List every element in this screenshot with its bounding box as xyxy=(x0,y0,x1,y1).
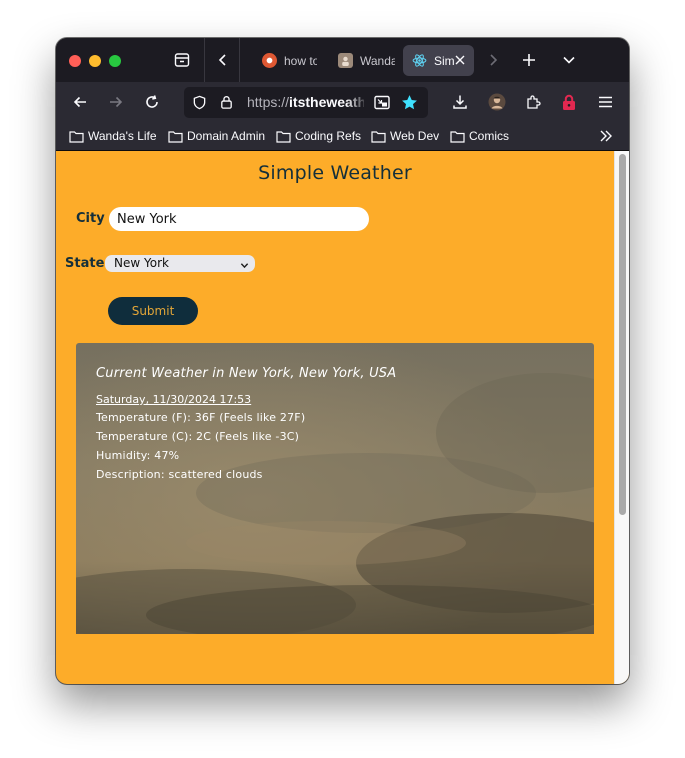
scrollbar-thumb[interactable] xyxy=(619,154,626,515)
list-all-tabs-button[interactable] xyxy=(554,45,584,75)
bookmark-star-icon[interactable] xyxy=(401,94,418,115)
tab-title: how to xyxy=(284,53,317,68)
more-bookmarks-button[interactable] xyxy=(599,127,613,145)
temperature-celsius: Temperature (C): 2C (Feels like -3C) xyxy=(96,430,300,443)
chevron-right-icon xyxy=(490,54,498,66)
arrow-left-icon xyxy=(73,96,86,108)
chevron-left-icon xyxy=(218,54,226,66)
bookmark-label: Domain Admin xyxy=(187,129,266,143)
reload-button[interactable] xyxy=(137,87,167,117)
tab-simple-weather[interactable]: Sim xyxy=(403,45,474,76)
bookmark-label: Comics xyxy=(469,129,510,143)
password-manager-button[interactable] xyxy=(554,87,584,117)
weather-description: Description: scattered clouds xyxy=(96,468,263,481)
state-selected-value: New York xyxy=(114,256,169,270)
page-scrollbar[interactable] xyxy=(614,151,629,684)
folder-icon xyxy=(450,130,465,143)
firefox-view-icon xyxy=(174,53,190,67)
close-tab-icon[interactable] xyxy=(453,53,467,67)
arrow-right-icon xyxy=(110,96,123,108)
close-window-button[interactable] xyxy=(69,55,81,67)
address-bar[interactable]: https://itstheweath xyxy=(184,87,428,118)
weather-details: Current Weather in New York, New York, U… xyxy=(96,366,396,487)
bookmark-label: Web Dev xyxy=(390,129,440,143)
tab-wanda[interactable]: Wanda xyxy=(329,45,395,76)
back-button[interactable] xyxy=(65,87,95,117)
double-chevron-right-icon xyxy=(600,130,612,142)
lock-icon[interactable] xyxy=(219,94,234,114)
page-content: Simple Weather City State New York Submi… xyxy=(56,151,629,684)
weather-heading: Current Weather in New York, New York, U… xyxy=(96,366,397,381)
bookmarks-toolbar: Wanda's Life Domain Admin Coding Refs We… xyxy=(56,122,629,151)
navigation-toolbar: https://itstheweath xyxy=(56,82,629,122)
state-label: State xyxy=(65,256,105,271)
bookmark-folder-web-dev[interactable]: Web Dev xyxy=(371,127,439,145)
temperature-fahrenheit: Temperature (F): 36F (Feels like 27F) xyxy=(96,411,306,424)
folder-icon xyxy=(276,130,291,143)
new-tab-button[interactable] xyxy=(514,45,544,75)
chevron-down-icon xyxy=(563,56,575,64)
account-button[interactable] xyxy=(482,87,512,117)
city-input[interactable] xyxy=(109,207,369,231)
plus-icon xyxy=(523,54,535,66)
tab-title: Sim xyxy=(434,53,455,68)
zoom-window-button[interactable] xyxy=(109,55,121,67)
menu-button[interactable] xyxy=(590,87,620,117)
humidity: Humidity: 47% xyxy=(96,449,180,462)
tab-strip-separator xyxy=(239,38,240,82)
weather-datetime: Saturday, 11/30/2024 17:53 xyxy=(96,393,252,406)
red-lock-icon xyxy=(563,94,575,110)
react-icon xyxy=(412,53,427,68)
submit-button[interactable]: Submit xyxy=(108,297,198,325)
city-label: City xyxy=(76,211,105,226)
shield-icon[interactable] xyxy=(192,95,207,114)
page-title: Simple Weather xyxy=(258,162,412,184)
url-fade xyxy=(346,87,368,118)
folder-icon xyxy=(371,130,386,143)
tab-strip-separator xyxy=(204,38,205,82)
weather-card: Current Weather in New York, New York, U… xyxy=(76,343,594,634)
scroll-tabs-right-button[interactable] xyxy=(478,45,508,75)
minimize-window-button[interactable] xyxy=(89,55,101,67)
bookmark-folder-wandas-life[interactable]: Wanda's Life xyxy=(69,127,157,145)
profile-picture-icon xyxy=(338,53,353,68)
avatar-icon xyxy=(488,93,506,111)
bookmark-folder-coding-refs[interactable]: Coding Refs xyxy=(276,127,361,145)
bookmark-folder-comics[interactable]: Comics xyxy=(450,127,509,145)
tab-title: Wanda xyxy=(360,53,395,68)
forward-button[interactable] xyxy=(101,87,131,117)
url-scheme: https:// xyxy=(247,94,290,110)
state-select[interactable]: New York xyxy=(105,255,255,272)
picture-in-picture-icon[interactable] xyxy=(374,95,390,114)
tab-strip: how to Wanda Sim xyxy=(56,38,629,82)
extensions-button[interactable] xyxy=(518,87,548,117)
folder-icon xyxy=(69,130,84,143)
hamburger-menu-icon xyxy=(598,96,612,108)
downloads-button[interactable] xyxy=(445,87,475,117)
reload-icon xyxy=(146,95,158,108)
tab-how-to[interactable]: how to xyxy=(253,45,317,76)
download-icon xyxy=(453,95,467,109)
firefox-view-button[interactable] xyxy=(167,45,197,75)
duckduckgo-icon xyxy=(262,53,277,68)
bookmark-folder-domain-admin[interactable]: Domain Admin xyxy=(168,127,265,145)
chevron-down-icon xyxy=(240,258,249,275)
puzzle-piece-icon xyxy=(527,95,541,109)
scroll-tabs-left-button[interactable] xyxy=(208,45,238,75)
bookmark-label: Wanda's Life xyxy=(88,129,157,143)
browser-window: how to Wanda Sim https://itstheweath Wan… xyxy=(56,38,629,684)
bookmark-label: Coding Refs xyxy=(295,129,362,143)
folder-icon xyxy=(168,130,183,143)
